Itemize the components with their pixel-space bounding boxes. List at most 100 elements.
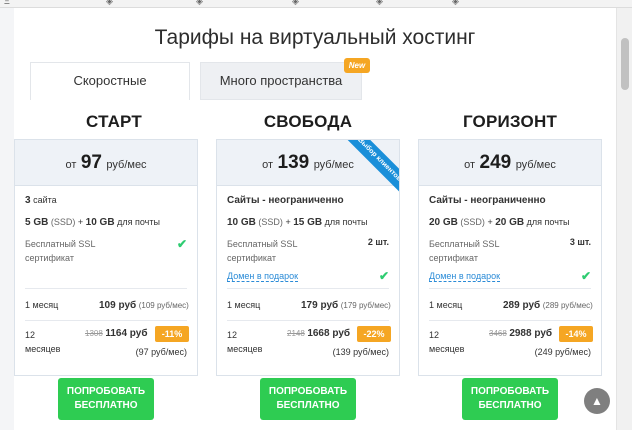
mail-label: для почты [117,217,160,227]
bookmark-item[interactable]: ◈ [106,0,113,7]
tab-more-space[interactable]: Много пространства [200,62,362,100]
mail-size: 20 GB [495,217,525,228]
month-label: 1 месяц [429,300,463,310]
price-value: 139 [277,152,310,173]
domain-gift-link[interactable]: Домен в подарок [227,271,299,282]
bookmark-item[interactable]: Ξ [4,0,10,6]
month-price: 289 руб [503,300,541,311]
plan-name-svoboda: СВОБОДА [263,112,353,131]
scroll-to-top-button[interactable]: ▲ [584,388,610,414]
mail-label: для почты [526,217,570,227]
button-label: ПОПРОБОВАТЬ [470,386,550,397]
year-price-line: 3468 2988 руб [489,328,552,339]
divider [429,320,591,321]
ssl-count: 3 шт. [569,237,591,247]
month-per: (289 руб/мес) [542,301,593,310]
price-value: 97 [80,152,102,173]
month-per: (109 руб/мес) [138,301,189,310]
disk-size: 20 GB [429,217,458,228]
sites-line: Сайты - неограниченно [227,195,344,206]
ssl-label: Бесплатный SSL сертификат [227,239,298,263]
button-label: БЕСПЛАТНО [276,400,340,411]
year-label: 12 месяцев [429,330,465,354]
button-label: ПОПРОБОВАТЬ [268,386,348,397]
price-prefix: от [464,159,476,171]
arrow-up-icon: ▲ [591,394,603,408]
domain-gift-link[interactable]: Домен в подарок [429,271,501,282]
storage-line: 10 GB (SSD) + 15 GB для почты [227,217,367,228]
page-title: Тарифы на виртуальный хостинг [154,26,476,49]
bookmark-item[interactable]: ◈ [196,0,203,7]
month-price-line: 289 руб (289 руб/мес) [503,300,593,311]
plan-card-gorizont: от 249 руб/мес Сайты - неограниченно 20 … [418,139,602,376]
sites-count: Сайты - неограниченно [429,195,546,206]
bookmark-item[interactable]: ◈ [376,0,383,7]
divider [227,288,389,289]
year-per: (139 руб/мес) [332,347,389,357]
check-icon: ✔ [176,237,187,251]
bookmark-item[interactable]: ◈ [292,0,299,7]
ssl-label: Бесплатный SSL сертификат [429,239,500,263]
discount-badge: -22% [357,326,391,342]
disk-type: (SSD) [50,217,76,227]
month-label: 1 месяц [227,300,261,310]
discount-badge: -14% [559,326,593,342]
bookmarks-bar: Ξ ◈ ◈ ◈ ◈ ◈ [0,0,632,8]
year-old-price: 3468 [489,329,507,338]
price-value: 249 [479,152,512,173]
try-free-button-gorizont[interactable]: ПОПРОБОВАТЬ БЕСПЛАТНО [462,378,558,420]
price-prefix: от [65,159,77,171]
plan-name-gorizont: ГОРИЗОНТ [462,112,558,131]
storage-line: 20 GB (SSD) + 20 GB для почты [429,217,569,228]
year-label: 12 месяцев [227,330,263,354]
button-label: БЕСПЛАТНО [478,400,542,411]
plan-card-start: от 97 руб/мес 3 сайта 5 GB (SSD) + 10 GB… [14,139,198,376]
try-free-button-start[interactable]: ПОПРОБОВАТЬ БЕСПЛАТНО [58,378,154,420]
year-price-line: 2148 1668 руб [287,328,350,339]
tab-fast[interactable]: Скоростные [30,62,190,100]
sites-count: Сайты - неограниченно [227,195,344,206]
sites-line: Сайты - неограниченно [429,195,546,206]
price-header: от 249 руб/мес [419,140,601,186]
year-label: 12 месяцев [25,330,61,354]
month-price-line: 179 руб (179 руб/мес) [301,300,391,311]
page-scrollbar[interactable] [616,8,632,430]
month-price-line: 109 руб (109 руб/мес) [99,300,189,311]
disk-type: (SSD) [258,217,283,227]
plan-card-svoboda: от 139 руб/мес Выбор клиентов Сайты - не… [216,139,400,376]
check-icon: ✔ [580,269,591,283]
plus-sign: + [77,217,84,227]
month-price: 109 руб [99,300,137,311]
scrollbar-thumb[interactable] [621,38,629,90]
price-header: от 97 руб/мес [15,140,197,186]
year-per: (249 руб/мес) [534,347,591,357]
new-badge: New [344,58,370,73]
year-price-line: 1308 1164 руб [85,328,148,339]
storage-line: 5 GB (SSD) + 10 GB для почты [25,217,160,228]
bookmark-item[interactable]: ◈ [452,0,459,7]
sites-count: 3 [25,195,31,206]
month-per: (179 руб/мес) [340,301,391,310]
divider [227,320,389,321]
plus-sign: + [285,217,291,227]
divider [429,288,591,289]
ssl-label: Бесплатный SSL сертификат [25,239,96,263]
disk-size: 5 GB [25,217,49,228]
check-icon: ✔ [378,269,389,283]
divider [25,320,187,321]
price-unit: руб/мес [515,159,556,171]
button-label: БЕСПЛАТНО [74,400,138,411]
sites-label: сайта [33,195,57,205]
mail-size: 15 GB [293,217,323,228]
price-prefix: от [262,159,274,171]
year-price: 1164 руб [105,328,148,339]
mail-size: 10 GB [85,217,115,228]
disk-size: 10 GB [227,217,256,228]
year-price: 2988 руб [509,328,553,339]
button-label: ПОПРОБОВАТЬ [66,386,146,397]
plus-sign: + [487,217,493,227]
year-old-price: 1308 [85,329,103,338]
try-free-button-svoboda[interactable]: ПОПРОБОВАТЬ БЕСПЛАТНО [260,378,356,420]
sites-line: 3 сайта [25,195,57,206]
year-per: (97 руб/мес) [135,347,187,357]
